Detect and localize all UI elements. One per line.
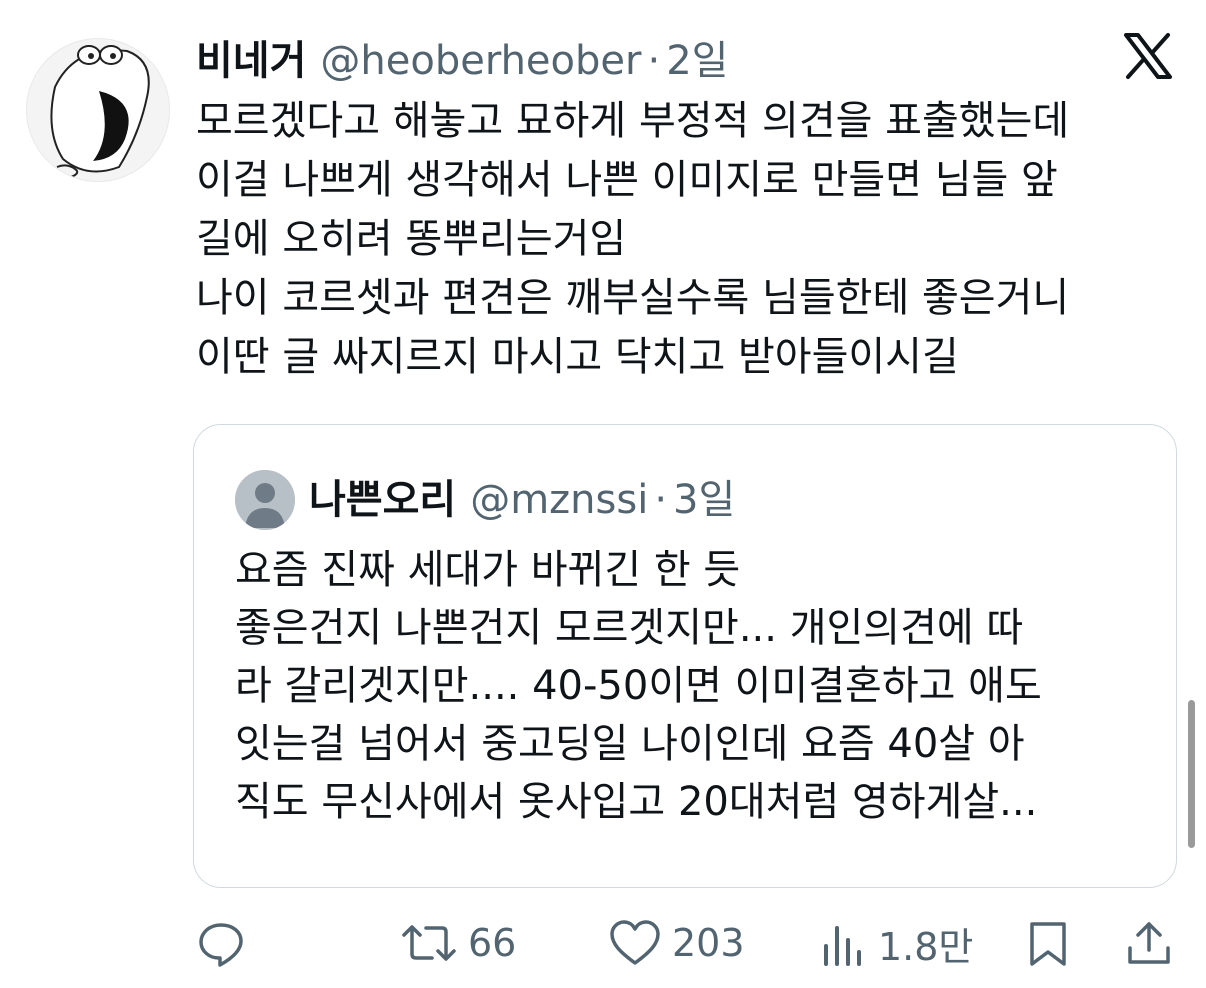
share-button[interactable]: [1124, 910, 1174, 976]
separator-dot: ·: [654, 477, 668, 523]
tweet-text: 모르겠다고 해놓고 묘하게 부정적 의견을 표출했는데 이걸 나쁘게 생각해서 …: [196, 98, 1070, 380]
quoted-tweet-time: 3일: [673, 477, 736, 523]
reply-icon: [196, 918, 246, 968]
like-button[interactable]: 203: [608, 910, 745, 976]
action-bar: 66 203 1.8만: [0, 910, 1206, 976]
views-count: 1.8만: [878, 924, 974, 969]
share-icon: [1124, 918, 1174, 968]
bookmark-icon: [1024, 918, 1072, 968]
tweet-time[interactable]: 2일: [666, 28, 728, 86]
quoted-tweet-header: 나쁜오리 @mznssi · 3일: [309, 467, 735, 525]
heart-icon: [608, 918, 662, 968]
scrollbar[interactable]: [1188, 700, 1195, 848]
retweet-button[interactable]: 66: [400, 910, 516, 976]
views-button[interactable]: 1.8만: [818, 910, 973, 976]
like-count: 203: [672, 921, 745, 965]
author-name[interactable]: 비네거: [196, 28, 306, 86]
author-handle[interactable]: @heoberheober: [320, 38, 641, 84]
bookmark-button[interactable]: [1024, 910, 1072, 976]
retweet-count: 66: [468, 921, 517, 965]
views-icon: [818, 918, 868, 968]
author-avatar[interactable]: [26, 38, 170, 182]
retweet-icon: [400, 918, 458, 968]
x-logo-icon: [1122, 32, 1174, 80]
tweet-header: 비네거 @heoberheober · 2일: [196, 28, 728, 86]
reply-button[interactable]: [196, 910, 246, 976]
quoted-tweet-card[interactable]: 나쁜오리 @mznssi · 3일 요즘 진짜 세대가 바뀌긴 한 듯 좋은건지…: [193, 424, 1177, 888]
quoted-tweet-text: 요즘 진짜 세대가 바뀌긴 한 듯 좋은건지 나쁜건지 모르겟지만... 개인의…: [235, 547, 1042, 825]
quoted-author-handle: @mznssi: [470, 477, 649, 523]
quoted-author-avatar: [235, 470, 295, 530]
separator-dot: ·: [647, 38, 661, 84]
quoted-author-name: 나쁜오리: [309, 477, 457, 523]
